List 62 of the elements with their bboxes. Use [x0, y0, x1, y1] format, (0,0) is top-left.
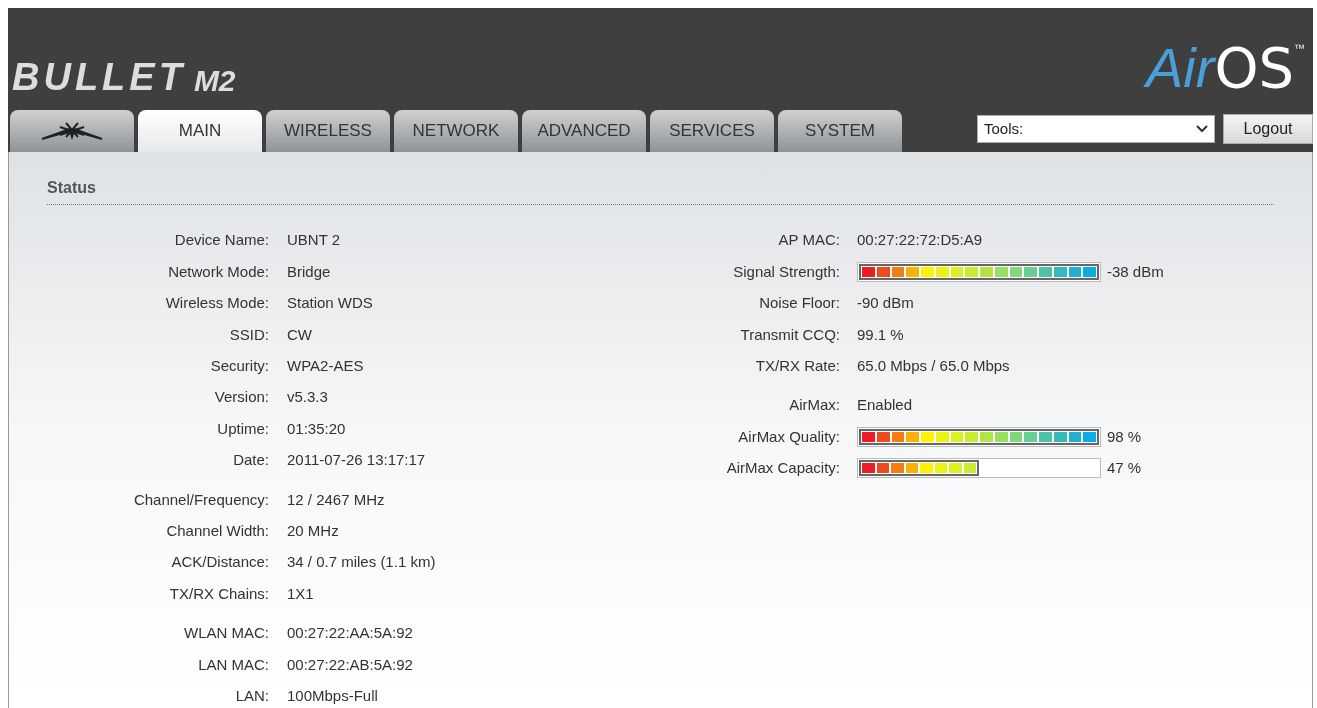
- field-label: Uptime:: [216, 418, 269, 439]
- field-value: 00:27:22:72:D5:A9: [857, 230, 983, 251]
- field-value: 34 / 0.7 miles (1.1 km): [287, 552, 436, 573]
- field-value: 20 MHz: [287, 520, 339, 541]
- field-value: UBNT 2: [287, 230, 341, 251]
- field-label: SSID:: [228, 324, 269, 345]
- field-label: Device Name:: [173, 230, 269, 251]
- field-value: v5.3.3: [287, 387, 328, 408]
- field-value: 1X1: [287, 583, 314, 604]
- field-label: Wireless Mode:: [164, 293, 269, 314]
- field-value: 2011-07-26 13:17:17: [287, 450, 426, 471]
- field-value: Station WDS: [287, 293, 373, 314]
- model-name: M2: [193, 66, 236, 96]
- field-value: Enabled: [857, 395, 913, 416]
- field-label: ACK/Distance:: [170, 552, 269, 573]
- field-label: WLAN MAC:: [183, 623, 269, 644]
- meter-reading: 98 %: [1107, 426, 1142, 447]
- field-label: LAN MAC:: [197, 654, 269, 675]
- field-value: -90 dBm: [857, 293, 914, 314]
- nav-tab[interactable]: MAIN: [138, 110, 262, 152]
- field-value: 65.0 Mbps / 65.0 Mbps: [857, 356, 1010, 376]
- field-value: Bridge: [287, 261, 331, 282]
- field-label: TX/RX Chains:: [168, 583, 269, 604]
- field-value: WPA2-AES: [287, 356, 364, 376]
- field-label: AirMax:: [788, 395, 840, 416]
- field-label: Channel Width:: [165, 520, 269, 541]
- meter-reading: -38 dBm: [1107, 261, 1164, 282]
- meter-reading: 47 %: [1107, 458, 1142, 479]
- nav-tab[interactable]: ADVANCED: [522, 110, 646, 152]
- field-label: Signal Strength:: [732, 261, 840, 282]
- brand-air: Air: [1145, 40, 1215, 96]
- nav-tab[interactable]: SERVICES: [650, 110, 774, 152]
- trademark: ™: [1294, 41, 1305, 56]
- field-value: 12 / 2467 MHz: [287, 489, 385, 510]
- field-label: TX/RX Rate:: [754, 356, 840, 376]
- field-value: 99.1 %: [857, 324, 904, 345]
- field-value: 00:27:22:AA:5A:92: [287, 623, 413, 644]
- field-label: Network Mode:: [167, 261, 269, 282]
- logout-button[interactable]: Logout: [1223, 114, 1313, 144]
- field-label: AP MAC:: [777, 230, 840, 251]
- field-value: 100Mbps-Full: [287, 685, 378, 706]
- product-name: BULLET: [12, 58, 186, 96]
- nav-tab[interactable]: WIRELESS: [266, 110, 390, 152]
- field-label: Channel/Frequency:: [132, 489, 269, 510]
- section-title: Status: [47, 176, 1274, 205]
- field-label: Noise Floor:: [758, 293, 840, 314]
- field-label: Security:: [209, 356, 269, 376]
- field-label: LAN:: [234, 685, 269, 706]
- field-value: CW: [287, 324, 312, 345]
- field-label: AirMax Capacity:: [725, 458, 840, 479]
- nav-tab[interactable]: SYSTEM: [778, 110, 902, 152]
- field-value: 01:35:20: [287, 418, 346, 439]
- tools-select[interactable]: Tools:: [977, 115, 1215, 143]
- field-label: Date:: [232, 450, 269, 471]
- field-label: Transmit CCQ:: [739, 324, 840, 345]
- antenna-icon: [40, 121, 104, 141]
- home-tab[interactable]: [10, 110, 134, 152]
- field-label: AirMax Quality:: [737, 426, 840, 447]
- nav-tab[interactable]: NETWORK: [394, 110, 518, 152]
- chevron-down-icon: [1196, 125, 1208, 133]
- field-label: Version:: [213, 387, 269, 408]
- field-value: 00:27:22:AB:5A:92: [287, 654, 413, 675]
